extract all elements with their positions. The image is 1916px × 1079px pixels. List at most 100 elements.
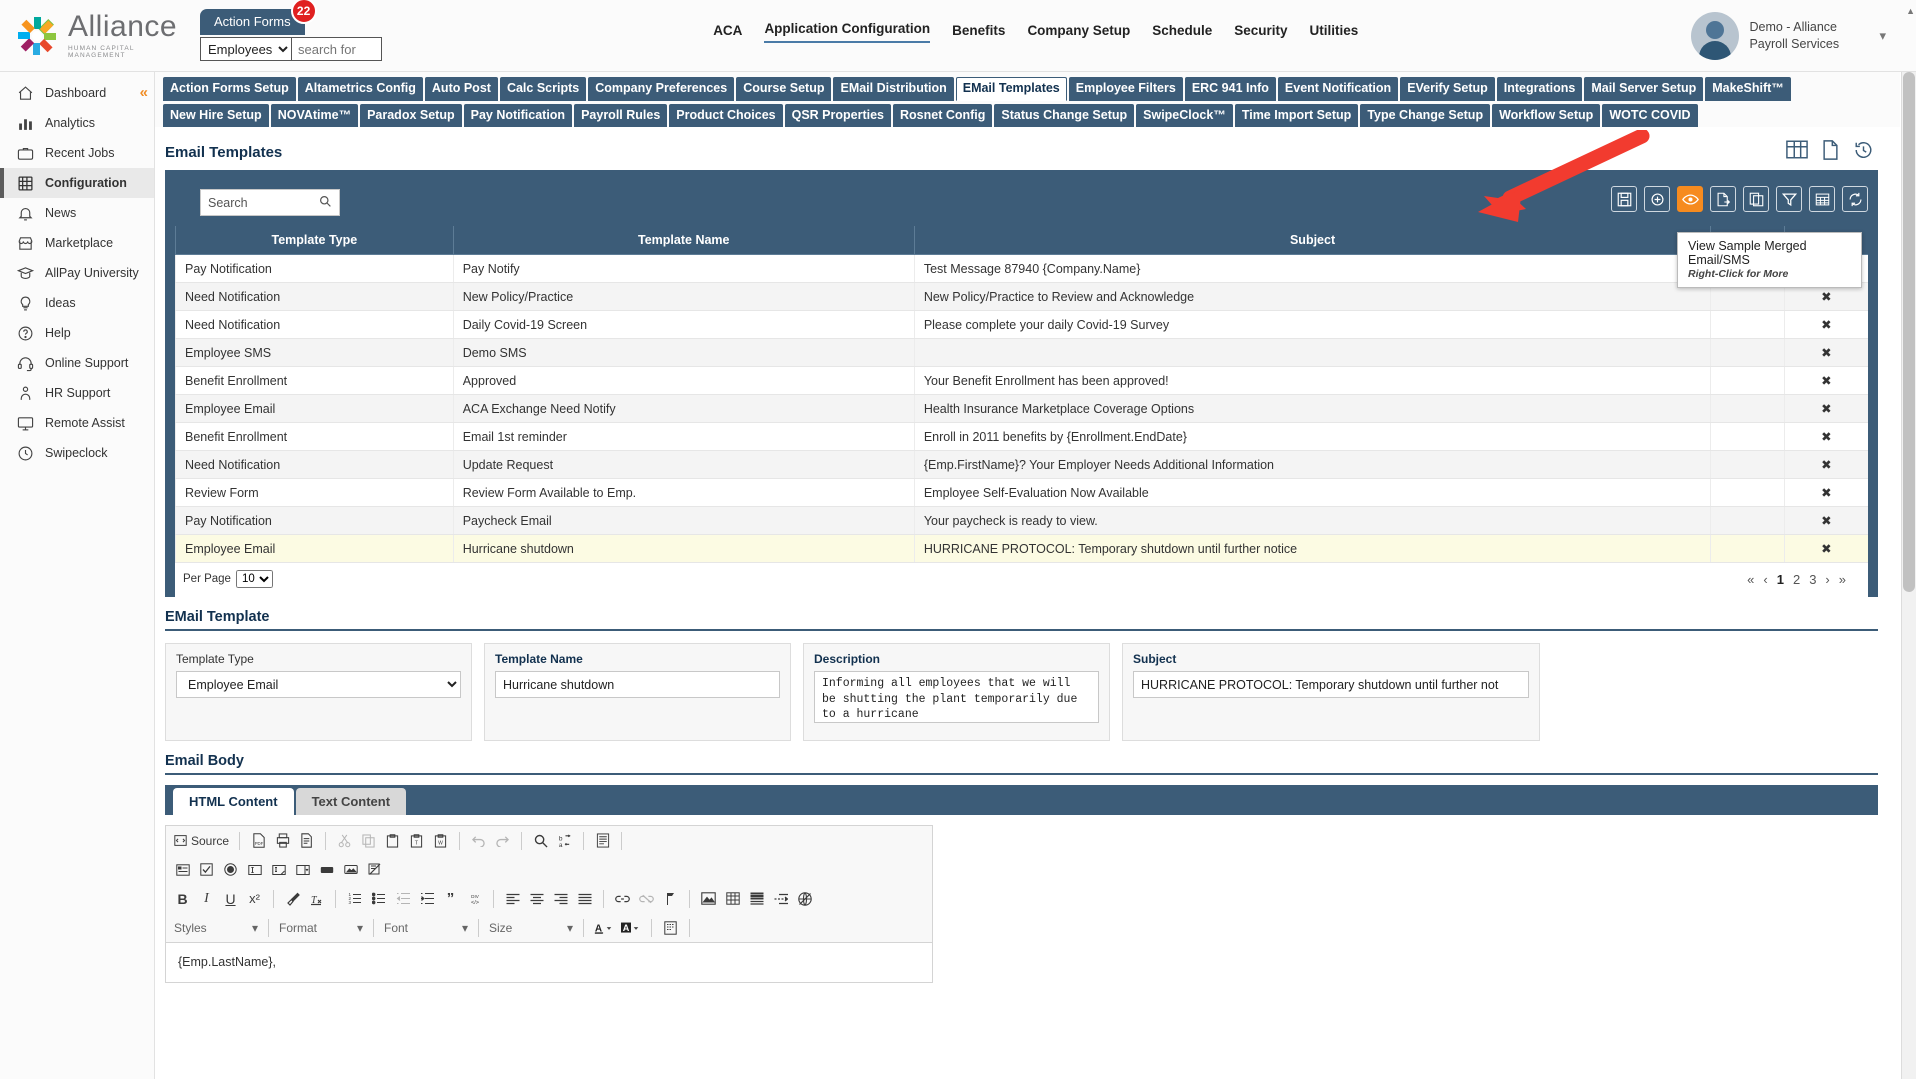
- div-container-icon[interactable]: DIV </>: [466, 889, 483, 908]
- grid-icon[interactable]: [1786, 140, 1808, 164]
- subtab-makeshift[interactable]: MakeShift™: [1705, 77, 1791, 101]
- subject-input[interactable]: [1133, 671, 1529, 698]
- blockquote-icon[interactable]: ”: [442, 889, 459, 908]
- image-icon[interactable]: [700, 889, 717, 908]
- search-scope-select[interactable]: Employees: [200, 37, 292, 61]
- text-field-icon[interactable]: [246, 860, 263, 879]
- scroll-up-arrow-icon[interactable]: ▲: [1906, 6, 1915, 16]
- sidebar-item-ideas[interactable]: Ideas: [0, 288, 154, 318]
- page-break-icon[interactable]: [772, 889, 789, 908]
- subtab-auto-post[interactable]: Auto Post: [424, 77, 498, 101]
- sidebar-item-marketplace[interactable]: Marketplace: [0, 228, 154, 258]
- brand-logo[interactable]: Alliance HUMAN CAPITAL MANAGEMENT: [0, 12, 190, 59]
- delete-circle-icon[interactable]: ✖: [1783, 450, 1868, 479]
- delete-circle-icon[interactable]: ✖: [1783, 394, 1868, 423]
- align-left-icon[interactable]: [504, 889, 521, 908]
- description-textarea[interactable]: Informing all employees that we will be …: [814, 671, 1099, 723]
- table-row[interactable]: Pay Notification Pay Notify Test Message…: [175, 254, 1868, 283]
- table-row[interactable]: Benefit Enrollment Approved Your Benefit…: [175, 366, 1868, 395]
- numbered-list-icon[interactable]: 123: [346, 889, 363, 908]
- subtab-new-hire-setup[interactable]: New Hire Setup: [163, 104, 269, 127]
- template-name-input[interactable]: [495, 671, 780, 698]
- format-dropdown[interactable]: Format ▾: [279, 921, 363, 935]
- subtab-product-choices[interactable]: Product Choices: [669, 104, 783, 127]
- unlink-icon[interactable]: [638, 889, 655, 908]
- nav-aca[interactable]: ACA: [713, 23, 742, 43]
- iframe-icon[interactable]: [796, 889, 813, 908]
- subtab-email-templates[interactable]: EMail Templates: [955, 77, 1067, 101]
- subtab-type-change-setup[interactable]: Type Change Setup: [1360, 104, 1491, 127]
- paste-word-icon[interactable]: W: [432, 831, 449, 850]
- grid-search[interactable]: Search: [200, 189, 340, 216]
- subtab-everify-setup[interactable]: EVerify Setup: [1400, 77, 1495, 101]
- scrollbar-thumb[interactable]: [1903, 72, 1915, 592]
- increase-indent-icon[interactable]: [418, 889, 435, 908]
- search-icon[interactable]: [319, 195, 332, 211]
- superscript-icon[interactable]: x²: [246, 889, 263, 908]
- history-icon[interactable]: [1853, 140, 1874, 164]
- hidden-field-icon[interactable]: [366, 860, 383, 879]
- find-icon[interactable]: [532, 831, 549, 850]
- italic-icon[interactable]: I: [198, 889, 215, 908]
- subtab-pay-notification[interactable]: Pay Notification: [463, 104, 573, 127]
- size-dropdown[interactable]: Size ▾: [489, 921, 573, 935]
- radio-icon[interactable]: [222, 860, 239, 879]
- nav-benefits[interactable]: Benefits: [952, 23, 1005, 43]
- editor-content-area[interactable]: {Emp.LastName},: [166, 942, 932, 982]
- show-blocks-icon[interactable]: [662, 918, 679, 937]
- template-type-select[interactable]: Employee Email: [176, 671, 461, 698]
- form-icon[interactable]: [174, 860, 191, 879]
- redo-icon[interactable]: [494, 831, 511, 850]
- font-dropdown[interactable]: Font ▾: [384, 921, 468, 935]
- subtab-time-import-setup[interactable]: Time Import Setup: [1234, 104, 1359, 127]
- col-subject[interactable]: Subject: [913, 226, 1711, 255]
- save-icon[interactable]: [1611, 186, 1637, 212]
- refresh-icon[interactable]: [1842, 186, 1868, 212]
- replace-icon[interactable]: ba: [556, 831, 573, 850]
- subtab-action-forms-setup[interactable]: Action Forms Setup: [163, 77, 296, 101]
- subtab-qsr-properties[interactable]: QSR Properties: [784, 104, 891, 127]
- nav-schedule[interactable]: Schedule: [1152, 23, 1212, 43]
- subtab-calc-scripts[interactable]: Calc Scripts: [499, 77, 587, 101]
- global-search-input[interactable]: [292, 37, 382, 61]
- nav-application-configuration[interactable]: Application Configuration: [764, 21, 931, 43]
- subtab-company-preferences[interactable]: Company Preferences: [588, 77, 735, 101]
- table-row[interactable]: Benefit Enrollment Email 1st reminder En…: [175, 422, 1868, 451]
- col-template-type[interactable]: Template Type: [175, 226, 454, 255]
- page-1[interactable]: 1: [1777, 572, 1784, 587]
- table-row-selected[interactable]: Employee Email Hurricane shutdown HURRIC…: [175, 534, 1868, 563]
- per-page-select[interactable]: 10: [235, 570, 273, 588]
- undo-icon[interactable]: [470, 831, 487, 850]
- justify-icon[interactable]: [576, 889, 593, 908]
- subtab-novatime[interactable]: NOVAtime™: [270, 104, 359, 127]
- text-color-icon[interactable]: A: [594, 918, 614, 937]
- select-field-icon[interactable]: [294, 860, 311, 879]
- source-icon[interactable]: Source: [174, 834, 229, 848]
- page-last[interactable]: »: [1839, 572, 1846, 587]
- sidebar-item-recent-jobs[interactable]: Recent Jobs: [0, 138, 154, 168]
- cut-icon[interactable]: [336, 831, 353, 850]
- page-prev[interactable]: ‹: [1763, 572, 1767, 587]
- delete-circle-icon[interactable]: ✖: [1783, 310, 1868, 339]
- styles-dropdown[interactable]: Styles ▾: [174, 921, 258, 935]
- table-row[interactable]: Review Form Review Form Available to Emp…: [175, 478, 1868, 507]
- subtab-event-notification[interactable]: Event Notification: [1277, 77, 1399, 101]
- horizontal-rule-icon[interactable]: [748, 889, 765, 908]
- sidebar-item-configuration[interactable]: Configuration: [0, 168, 154, 198]
- checkbox-icon[interactable]: [198, 860, 215, 879]
- nav-company-setup[interactable]: Company Setup: [1027, 23, 1130, 43]
- delete-circle-icon[interactable]: ✖: [1783, 366, 1868, 395]
- link-icon[interactable]: [614, 889, 631, 908]
- delete-circle-icon[interactable]: ✖: [1783, 422, 1868, 451]
- select-all-icon[interactable]: [594, 831, 611, 850]
- sidebar-item-hr-support[interactable]: HR Support: [0, 378, 154, 408]
- sidebar-item-analytics[interactable]: Analytics: [0, 108, 154, 138]
- subtab-payroll-rules[interactable]: Payroll Rules: [574, 104, 668, 127]
- table-row[interactable]: Employee Email ACA Exchange Need Notify …: [175, 394, 1868, 423]
- button-icon[interactable]: [318, 860, 335, 879]
- background-color-icon[interactable]: A: [621, 918, 641, 937]
- remove-format-icon[interactable]: T: [308, 889, 325, 908]
- page-3[interactable]: 3: [1809, 572, 1816, 587]
- col-template-name[interactable]: Template Name: [452, 226, 915, 255]
- subtab-email-distribution[interactable]: EMail Distribution: [833, 77, 954, 101]
